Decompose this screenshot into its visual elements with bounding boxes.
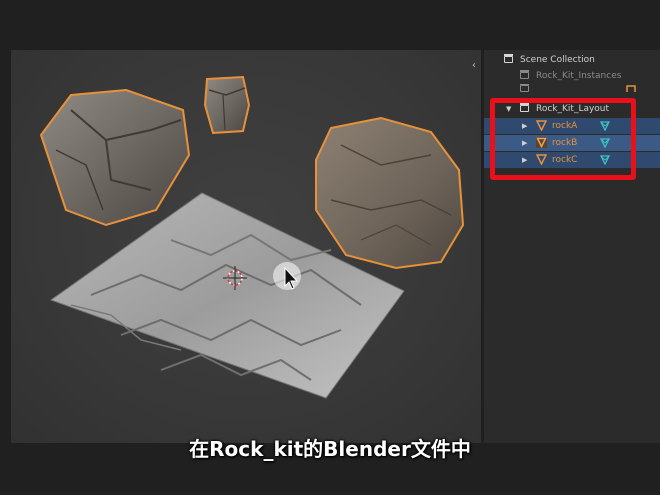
outliner-row-scene-collection[interactable]: Scene Collection bbox=[484, 52, 660, 68]
3d-viewport[interactable]: ‹ bbox=[11, 50, 481, 443]
collection-icon bbox=[520, 70, 529, 79]
mouse-pointer-icon bbox=[273, 262, 301, 290]
outliner-row-hidden[interactable] bbox=[484, 84, 660, 92]
instances-collection-label: Rock_Kit_Instances bbox=[536, 71, 622, 81]
rock-a-large bbox=[39, 88, 191, 227]
video-subtitle-caption: 在Rock_kit的Blender文件中 bbox=[189, 437, 471, 461]
collection-icon bbox=[520, 84, 529, 92]
scene-collection-label: Scene Collection bbox=[520, 55, 595, 65]
outliner-row-instances[interactable]: Rock_Kit_Instances bbox=[484, 68, 660, 84]
mesh-object-icon bbox=[626, 85, 636, 92]
rock-b-small bbox=[203, 75, 251, 135]
collection-icon bbox=[504, 54, 513, 63]
highlight-annotation-box bbox=[490, 98, 636, 180]
rock-c-round bbox=[315, 116, 465, 270]
viewport-scene bbox=[39, 75, 465, 399]
